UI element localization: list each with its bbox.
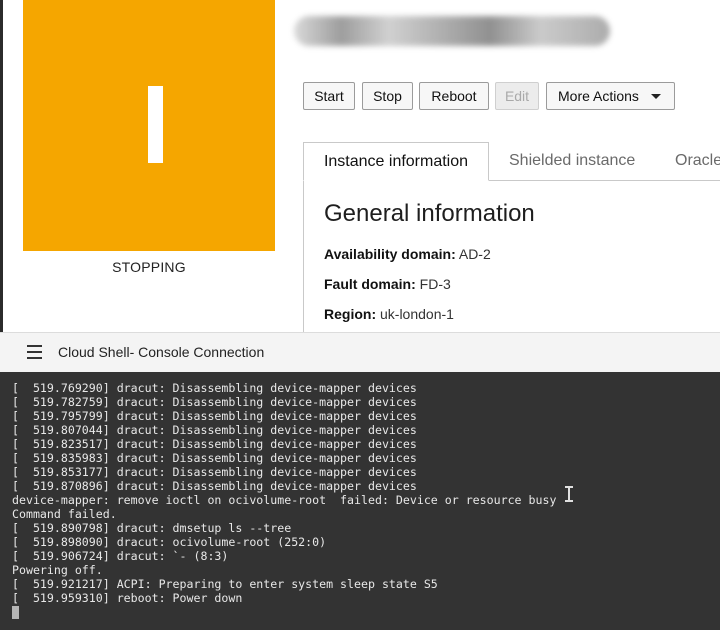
terminal-cursor xyxy=(12,606,19,619)
tab-shielded-instance[interactable]: Shielded instance xyxy=(509,142,635,180)
more-actions-label: More Actions xyxy=(558,88,639,104)
console-terminal[interactable]: [ 519.769290] dracut: Disassembling devi… xyxy=(0,372,720,630)
terminal-line: [ 519.769290] dracut: Disassembling devi… xyxy=(12,381,417,395)
terminal-line: [ 519.823517] dracut: Disassembling devi… xyxy=(12,437,417,451)
instance-name-redacted xyxy=(294,16,610,46)
reboot-button[interactable]: Reboot xyxy=(419,82,489,110)
region-field: Region: uk-london-1 xyxy=(324,306,454,322)
terminal-line: [ 519.807044] dracut: Disassembling devi… xyxy=(12,423,417,437)
fault-domain-field: Fault domain: FD-3 xyxy=(324,276,451,292)
edit-button: Edit xyxy=(495,82,539,110)
general-information-heading: General information xyxy=(324,200,535,227)
field-label: Region: xyxy=(324,306,377,322)
text-cursor-icon xyxy=(565,486,573,502)
start-button[interactable]: Start xyxy=(303,82,355,110)
terminal-line: device-mapper: remove ioctl on ocivolume… xyxy=(12,493,557,507)
tab-oracle[interactable]: Oracle xyxy=(675,142,720,180)
terminal-output: [ 519.769290] dracut: Disassembling devi… xyxy=(12,381,556,605)
field-label: Availability domain: xyxy=(324,246,456,262)
terminal-line: [ 519.921217] ACPI: Preparing to enter s… xyxy=(12,577,438,591)
instance-status-label: STOPPING xyxy=(112,259,186,275)
field-value: FD-3 xyxy=(419,276,451,292)
terminal-line: [ 519.890798] dracut: dmsetup ls --tree xyxy=(12,521,292,535)
availability-domain-field: Availability domain: AD-2 xyxy=(324,246,491,262)
terminal-line: Powering off. xyxy=(12,563,103,577)
instance-letter-glyph xyxy=(148,86,163,163)
terminal-line: Command failed. xyxy=(12,507,117,521)
cloud-shell-header: Cloud Shell- Console Connection xyxy=(0,332,720,372)
field-label: Fault domain: xyxy=(324,276,416,292)
terminal-line: [ 519.898090] dracut: ocivolume-root (25… xyxy=(12,535,327,549)
terminal-line: [ 519.870896] dracut: Disassembling devi… xyxy=(12,479,417,493)
field-value: AD-2 xyxy=(458,246,491,262)
terminal-line: [ 519.906724] dracut: `- (8:3) xyxy=(12,549,229,563)
terminal-line: [ 519.782759] dracut: Disassembling devi… xyxy=(12,395,417,409)
terminal-line: [ 519.835983] dracut: Disassembling devi… xyxy=(12,451,417,465)
terminal-line: [ 519.795799] dracut: Disassembling devi… xyxy=(12,409,417,423)
field-value: uk-london-1 xyxy=(380,306,454,322)
window-left-border xyxy=(0,0,3,332)
cloud-shell-title: Cloud Shell- Console Connection xyxy=(58,344,265,360)
tab-instance-information[interactable]: Instance information xyxy=(303,142,489,181)
terminal-line: [ 519.959310] reboot: Power down xyxy=(12,591,243,605)
caret-down-icon xyxy=(650,93,661,99)
more-actions-dropdown[interactable]: More Actions xyxy=(546,82,675,110)
instance-avatar-tile xyxy=(23,0,275,251)
stop-button[interactable]: Stop xyxy=(362,82,413,110)
hamburger-menu-icon[interactable] xyxy=(27,345,42,359)
terminal-line: [ 519.853177] dracut: Disassembling devi… xyxy=(12,465,417,479)
